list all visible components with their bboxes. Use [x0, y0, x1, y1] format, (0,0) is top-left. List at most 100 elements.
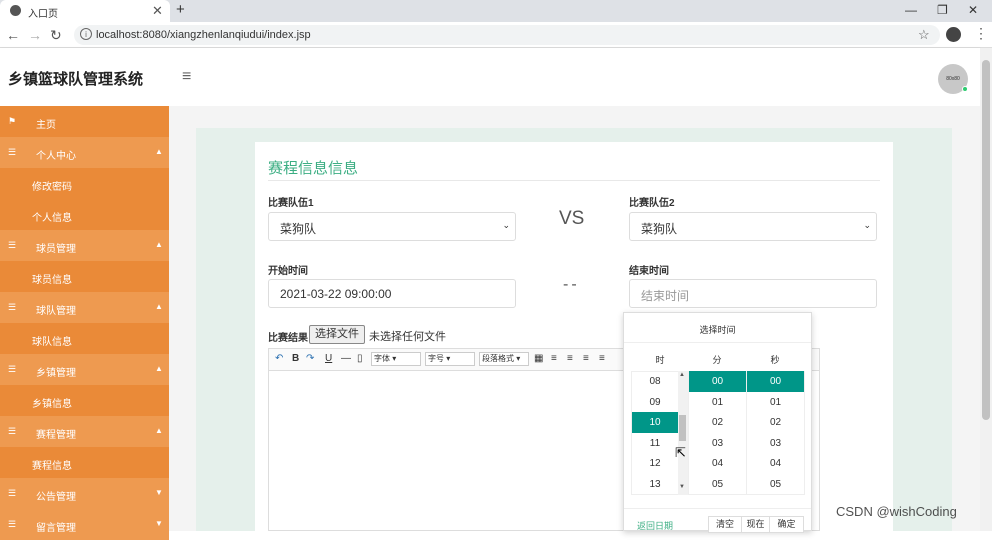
sidebar-item-schedule-info[interactable]: 赛程信息: [0, 447, 169, 478]
font-family-select[interactable]: 字体 ▾: [371, 352, 421, 366]
font-size-select[interactable]: 字号 ▾: [425, 352, 475, 366]
sidebar-group-schedule[interactable]: ☰ 赛程管理 ▲: [0, 416, 169, 447]
new-tab-icon[interactable]: +: [176, 1, 185, 18]
sidebar-item-player-info[interactable]: 球员信息: [0, 261, 169, 292]
sidebar-group-personal[interactable]: ☰ 个人中心 ▲: [0, 137, 169, 168]
hour-cell[interactable]: 12: [632, 453, 678, 474]
reload-icon[interactable]: ↻: [50, 27, 62, 44]
choose-file-button[interactable]: 选择文件: [309, 325, 365, 344]
second-cell[interactable]: 03: [747, 433, 804, 454]
sidebar-group-messages[interactable]: ☰ 留言管理 ▼: [0, 509, 169, 540]
restore-icon[interactable]: ❐: [937, 3, 948, 17]
sidebar-item-label: 乡镇管理: [36, 368, 76, 379]
sidebar-item-label: 球队管理: [36, 306, 76, 317]
bold-icon[interactable]: B: [292, 353, 299, 364]
file-status: 未选择任何文件: [369, 331, 446, 343]
hour-cell[interactable]: 09: [632, 392, 678, 413]
info-icon[interactable]: i: [80, 28, 92, 40]
chevron-down-icon: ▼: [155, 488, 163, 497]
horizontal-rule-icon[interactable]: —: [341, 353, 351, 364]
sidebar-item-personal-info[interactable]: 个人信息: [0, 199, 169, 230]
hour-scrollbar-thumb[interactable]: [679, 415, 686, 441]
tab-title: 入口页: [28, 9, 58, 20]
tab-close-icon[interactable]: ✕: [152, 3, 163, 19]
hamburger-icon[interactable]: ≡: [182, 68, 191, 86]
second-cell[interactable]: 01: [747, 392, 804, 413]
sidebar-item-change-password[interactable]: 修改密码: [0, 168, 169, 199]
minute-cell[interactable]: 05: [689, 474, 746, 495]
bookmark-star-icon[interactable]: ☆: [918, 27, 930, 43]
forward-icon[interactable]: →: [28, 27, 42, 43]
url-field[interactable]: i localhost:8080/xiangzhenlanqiudui/inde…: [74, 25, 940, 45]
minute-column-header: 分: [712, 355, 722, 365]
size-select-label: 字号: [428, 354, 444, 363]
minute-cell[interactable]: 04: [689, 453, 746, 474]
browser-tab[interactable]: 入口页 ✕: [0, 0, 170, 22]
chevron-up-icon: ▲: [155, 240, 163, 249]
undo-icon[interactable]: ↶: [275, 353, 283, 364]
confirm-button[interactable]: 确定: [769, 516, 804, 533]
hour-cell[interactable]: 13: [632, 474, 678, 495]
minute-cell[interactable]: 02: [689, 412, 746, 433]
clear-button[interactable]: 清空: [708, 516, 742, 533]
vs-text: VS: [559, 208, 585, 229]
chevron-down-icon: ⌄: [863, 220, 871, 230]
app-header: [0, 48, 980, 106]
app-title: 乡镇篮球队管理系统: [8, 71, 144, 88]
menu-kebab-icon[interactable]: ⋮: [974, 25, 988, 42]
globe-icon: [10, 5, 21, 16]
team2-select[interactable]: 菜狗队 ⌄: [629, 212, 877, 241]
back-to-date-link[interactable]: 返回日期: [637, 519, 673, 532]
sidebar-group-notices[interactable]: ☰ 公告管理 ▼: [0, 478, 169, 509]
second-column-header: 秒: [770, 355, 780, 365]
sidebar-item-label: 个人信息: [32, 213, 72, 224]
team1-label: 比赛队伍1: [268, 198, 314, 209]
sidebar-item-label: 球队信息: [32, 337, 72, 348]
minute-cell[interactable]: 03: [689, 433, 746, 454]
align-right-icon[interactable]: ≡: [583, 353, 589, 364]
sidebar-item-label: 个人中心: [36, 151, 76, 162]
sidebar-item-label: 赛程信息: [32, 461, 72, 472]
clear-format-icon[interactable]: ▯: [357, 353, 363, 364]
hour-cell[interactable]: 08: [632, 371, 678, 392]
second-cell[interactable]: 04: [747, 453, 804, 474]
team2-value: 菜狗队: [641, 222, 678, 236]
start-time-input[interactable]: 2021-03-22 09:00:00: [268, 279, 516, 308]
profile-icon[interactable]: [946, 27, 961, 42]
scroll-down-icon[interactable]: ▼: [679, 484, 685, 490]
underline-icon[interactable]: U: [325, 353, 332, 364]
sidebar-item-label: 留言管理: [36, 523, 76, 534]
align-left-icon[interactable]: ≡: [551, 353, 557, 364]
table-icon[interactable]: ▦: [534, 353, 543, 364]
chevron-up-icon: ▲: [155, 147, 163, 156]
second-cell[interactable]: 05: [747, 474, 804, 495]
sidebar-group-teams[interactable]: ☰ 球队管理 ▲: [0, 292, 169, 323]
end-time-label: 结束时间: [629, 266, 669, 277]
align-center-icon[interactable]: ≡: [567, 353, 573, 364]
minute-cell[interactable]: 00: [689, 371, 746, 392]
hour-cell[interactable]: 10: [632, 412, 678, 434]
second-cell[interactable]: 02: [747, 412, 804, 433]
window-close-icon[interactable]: ✕: [968, 3, 978, 17]
sidebar-item-label: 主页: [36, 120, 56, 131]
sidebar-item-team-info[interactable]: 球队信息: [0, 323, 169, 354]
sidebar-group-towns[interactable]: ☰ 乡镇管理 ▲: [0, 354, 169, 385]
scroll-up-icon[interactable]: ▲: [679, 372, 685, 378]
redo-icon[interactable]: ↷: [306, 353, 314, 364]
hour-cell[interactable]: 11: [632, 433, 678, 454]
page-scrollbar-thumb[interactable]: [982, 60, 990, 420]
align-justify-icon[interactable]: ≡: [599, 353, 605, 364]
paragraph-format-select[interactable]: 段落格式 ▾: [479, 352, 529, 366]
sidebar-item-label: 赛程管理: [36, 430, 76, 441]
sidebar-item-home[interactable]: ⚑ 主页: [0, 106, 169, 137]
now-button[interactable]: 现在: [741, 516, 770, 533]
minimize-icon[interactable]: —: [905, 3, 917, 17]
second-cell[interactable]: 00: [747, 371, 804, 392]
end-time-input[interactable]: 结束时间: [629, 279, 877, 308]
team1-select[interactable]: 菜狗队 ⌄: [268, 212, 516, 241]
online-status-dot: [962, 86, 968, 92]
sidebar-group-players[interactable]: ☰ 球员管理 ▲: [0, 230, 169, 261]
sidebar-item-town-info[interactable]: 乡镇信息: [0, 385, 169, 416]
minute-cell[interactable]: 01: [689, 392, 746, 413]
back-icon[interactable]: ←: [6, 27, 20, 43]
